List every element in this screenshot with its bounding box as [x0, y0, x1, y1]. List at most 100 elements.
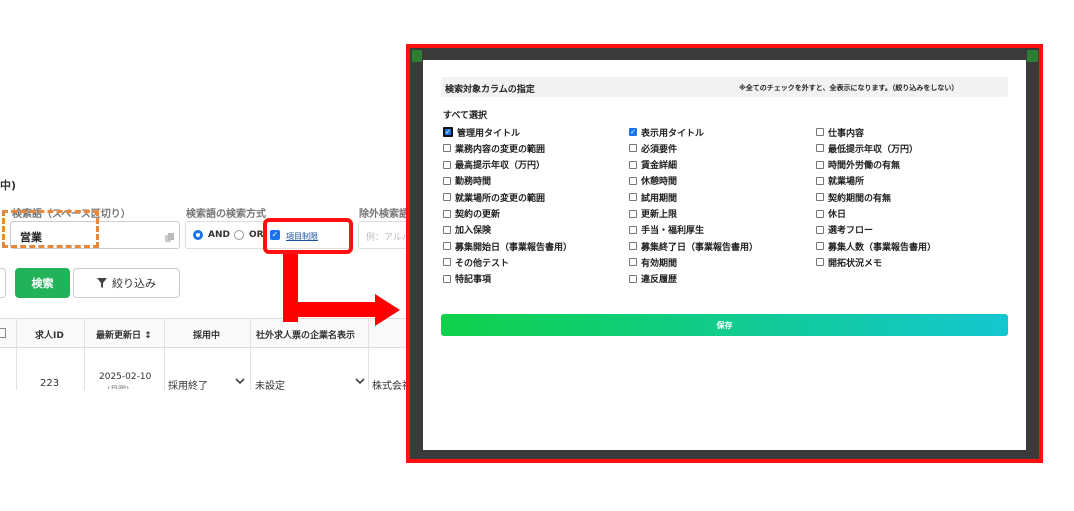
column-option-label: 手当・福利厚生 [641, 226, 705, 237]
column-option-label: 契約期間の有無 [828, 193, 892, 204]
checkbox[interactable] [443, 242, 451, 251]
column-option[interactable]: 時間外労働の有無 [816, 159, 900, 171]
column-option[interactable]: 試用期間 [629, 191, 678, 204]
page-cutoff [0, 390, 410, 511]
column-option[interactable]: 休憩時間 [629, 175, 677, 187]
column-option[interactable]: 勤務時間 [443, 175, 491, 187]
checkbox[interactable] [443, 144, 451, 153]
checkbox[interactable] [443, 225, 451, 234]
checkbox[interactable] [816, 128, 824, 136]
checkbox-checked[interactable]: ✓ [443, 127, 453, 137]
previous-button-edge[interactable] [0, 268, 6, 298]
column-option[interactable]: 必須要件 [629, 142, 677, 155]
column-option[interactable]: 手当・福利厚生 [629, 224, 704, 236]
annotation-arrow-shaft-horizontal [283, 302, 380, 317]
th-job-id[interactable]: 求人ID [35, 328, 64, 341]
checkbox[interactable] [816, 144, 824, 153]
background-peek-right [1027, 50, 1038, 62]
checkbox[interactable] [629, 176, 637, 185]
checkbox[interactable] [629, 242, 637, 251]
checkbox[interactable] [816, 160, 824, 169]
column-option-label: 最低提示年収（万円） [828, 144, 919, 155]
column-divider [164, 318, 165, 390]
checkbox[interactable] [629, 274, 637, 283]
column-option[interactable]: 最低提示年収（万円） [816, 142, 919, 155]
radio-and-label: AND [208, 230, 230, 240]
checkbox[interactable] [629, 225, 637, 234]
column-option-label: 仕事内容 [828, 128, 865, 139]
column-option[interactable]: 仕事内容 [816, 126, 865, 139]
column-option[interactable]: 募集終了日（事業報告書用） [629, 240, 758, 253]
column-option[interactable]: 就業場所 [816, 175, 864, 187]
column-option-label: 選考フロー [828, 226, 874, 237]
column-option[interactable]: 就業場所の変更の範囲 [443, 191, 545, 204]
checkbox[interactable] [443, 176, 451, 185]
radio-or[interactable] [234, 230, 244, 240]
column-option[interactable]: 募集開始日（事業報告書用） [443, 240, 572, 253]
cell-job-id: 223 [40, 378, 60, 389]
column-option[interactable]: 加入保険 [443, 224, 491, 236]
column-limit-highlight [263, 218, 353, 254]
column-option[interactable]: 最高提示年収（万円） [443, 159, 545, 171]
select-all-link[interactable]: すべて選択 [443, 108, 487, 121]
exclude-label: 除外検索語 [359, 209, 409, 220]
checkbox[interactable] [443, 193, 451, 202]
filter-button[interactable]: 絞り込み [73, 268, 180, 298]
column-option[interactable]: 賃金詳細 [629, 159, 677, 171]
column-option-label: 更新上限 [641, 210, 678, 220]
column-option-label: 特記事項 [455, 275, 492, 286]
column-option[interactable]: 業務内容の変更の範囲 [443, 142, 545, 155]
checkbox[interactable] [816, 209, 824, 218]
column-option[interactable]: 契約の更新 [443, 208, 500, 220]
column-option[interactable]: 開拓状況メモ [816, 256, 882, 269]
background-peek-left [412, 50, 422, 62]
filter-button-label: 絞り込み [112, 277, 156, 290]
th-hiring[interactable]: 採用中 [193, 328, 220, 341]
column-option-label: 表示用タイトル [641, 128, 705, 139]
modal-note: ※全てのチェックを外すと、全表示になります。（絞り込みをしない） [739, 84, 959, 92]
column-option[interactable]: ✓ 管理用タイトル [443, 126, 520, 139]
checkbox[interactable] [443, 160, 451, 169]
checkbox[interactable] [629, 144, 637, 153]
column-option[interactable]: ✓ 表示用タイトル [629, 126, 705, 139]
checkbox[interactable] [443, 209, 451, 218]
checkbox[interactable] [629, 160, 637, 169]
column-option[interactable]: 休日 [816, 208, 846, 220]
checkbox[interactable] [816, 225, 824, 234]
column-option-label: 契約の更新 [455, 210, 501, 220]
checkbox[interactable] [816, 242, 824, 251]
radio-and[interactable] [193, 230, 203, 240]
select-all-rows-checkbox[interactable] [0, 328, 6, 338]
checkbox[interactable] [816, 193, 824, 202]
column-option-label: 休憩時間 [641, 177, 678, 188]
column-option[interactable]: 特記事項 [443, 273, 491, 285]
checkbox[interactable] [629, 193, 637, 202]
checkbox[interactable] [629, 209, 637, 218]
section-heading: 中) [0, 179, 17, 192]
clipboard-icon[interactable] [164, 232, 176, 244]
column-option[interactable]: 更新上限 [629, 208, 677, 220]
column-option[interactable]: 契約期間の有無 [816, 191, 892, 204]
column-option-label: 有効期間 [641, 258, 678, 269]
checkbox-checked[interactable]: ✓ [629, 128, 637, 136]
th-company-display[interactable]: 社外求人票の企業名表示 [256, 328, 355, 341]
th-updated[interactable]: 最新更新日 ↕ [96, 328, 152, 341]
column-option[interactable]: 選考フロー [816, 224, 873, 236]
cell-updated-sub: (月曜) [107, 384, 129, 389]
checkbox[interactable] [629, 258, 637, 267]
column-option[interactable]: 有効期間 [629, 256, 678, 269]
search-button[interactable]: 検索 [15, 268, 70, 298]
column-divider [250, 318, 251, 390]
column-divider [368, 318, 369, 390]
checkbox[interactable] [443, 274, 451, 283]
column-divider [16, 318, 17, 390]
column-option[interactable]: 違反履歴 [629, 273, 677, 285]
column-option[interactable]: 募集人数（事業報告書用） [816, 240, 936, 253]
save-button[interactable]: 保存 [441, 314, 1008, 336]
checkbox[interactable] [816, 176, 824, 185]
column-option-label: 試用期間 [641, 193, 678, 204]
cell-updated: 2025-02-10 [99, 372, 152, 382]
checkbox[interactable] [443, 258, 451, 267]
checkbox[interactable] [816, 258, 824, 267]
column-option[interactable]: その他テスト [443, 256, 509, 269]
